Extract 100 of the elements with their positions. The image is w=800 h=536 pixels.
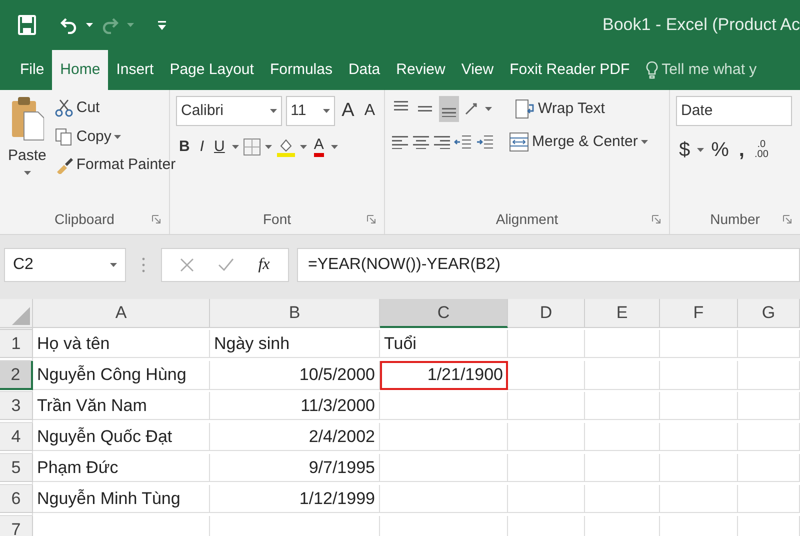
merge-center-button[interactable]: Merge & Center (506, 130, 651, 154)
clipboard-icon (10, 96, 44, 142)
table-cell: Trần Văn Nam (33, 392, 210, 420)
row-header[interactable]: 2 (0, 361, 33, 390)
empty-cell (738, 423, 800, 452)
wrap-text-button[interactable]: Wrap Text (512, 96, 608, 122)
dialog-launcher-icon[interactable] (367, 215, 376, 224)
column-header[interactable]: C (380, 299, 508, 328)
cut-button[interactable]: Cut (52, 96, 179, 120)
empty-cell (738, 454, 800, 482)
empty-cell (738, 485, 800, 514)
column-header[interactable]: D (508, 299, 585, 328)
caret-icon[interactable] (86, 23, 93, 27)
tell-me-search[interactable]: Tell me what y (662, 58, 757, 82)
insert-function-button[interactable]: fx (258, 253, 270, 277)
caret-icon[interactable] (232, 144, 239, 149)
table-cell: 11/3/2000 (210, 392, 380, 420)
caret-icon[interactable] (264, 144, 272, 149)
copy-button[interactable]: Copy (52, 124, 179, 149)
fill-color-icon[interactable] (276, 136, 296, 157)
format-painter-button[interactable]: Format Painter (52, 153, 179, 178)
align-left-icon[interactable] (391, 136, 408, 149)
comma-style-button[interactable]: , (736, 134, 748, 166)
column-header[interactable]: G (738, 299, 800, 328)
align-center-icon[interactable] (412, 136, 429, 149)
italic-button[interactable]: I (196, 134, 208, 159)
drag-handle-icon[interactable] (142, 257, 145, 273)
dialog-launcher-icon[interactable] (652, 215, 661, 224)
ribbon-tab[interactable]: Insert (108, 50, 162, 90)
font-color-button[interactable]: A (310, 136, 327, 158)
caret-icon[interactable] (24, 170, 31, 174)
group-label: Clipboard (54, 210, 114, 229)
table-cell: Nguyễn Công Hùng (33, 361, 210, 390)
decrease-indent-icon[interactable] (454, 133, 472, 152)
redo-icon (101, 16, 119, 34)
ribbon-tab[interactable]: Home (52, 50, 108, 90)
checkmark-icon[interactable] (218, 258, 234, 272)
group-label: Alignment (496, 210, 558, 229)
table-cell: Nguyễn Quốc Đạt (33, 423, 210, 452)
wrap-text-icon (515, 99, 535, 119)
caret-icon[interactable] (330, 144, 338, 149)
align-lines-icon (442, 108, 456, 117)
caret-icon[interactable] (485, 107, 492, 111)
ribbon-tab[interactable]: File (12, 50, 52, 90)
row-header[interactable]: 6 (0, 485, 33, 514)
caret-icon[interactable] (697, 148, 704, 152)
scissors-icon (55, 99, 74, 118)
dialog-launcher-icon[interactable] (152, 215, 161, 224)
customize-icon[interactable] (158, 20, 166, 30)
increase-indent-icon[interactable] (476, 133, 494, 152)
name-box[interactable]: C2 (4, 248, 126, 282)
font-name-field[interactable]: Calibri (176, 96, 282, 126)
ribbon-tab[interactable]: Foxit Reader PDF (502, 50, 638, 90)
row-header[interactable]: 3 (0, 392, 33, 420)
empty-cell (738, 361, 800, 390)
dialog-launcher-icon[interactable] (783, 215, 792, 224)
row-header[interactable]: 7 (0, 516, 33, 536)
borders-icon[interactable] (242, 138, 261, 156)
paste-button[interactable]: Paste (6, 96, 48, 209)
caret-icon[interactable] (114, 134, 122, 139)
table-cell: Phạm Đức (33, 454, 210, 482)
ribbon-tab[interactable]: Formulas (262, 50, 340, 90)
undo-icon[interactable] (60, 16, 78, 34)
bottom-align-button[interactable] (439, 96, 459, 122)
caret-icon[interactable] (270, 109, 277, 114)
ribbon-tab[interactable]: Page Layout (162, 50, 262, 90)
percent-button[interactable]: % (708, 134, 732, 166)
bold-button[interactable]: B (176, 134, 193, 159)
lightbulb-icon[interactable] (646, 61, 658, 79)
formula-field[interactable]: =YEAR(NOW())-YEAR(B2) (297, 248, 800, 282)
row-header[interactable]: 4 (0, 423, 33, 452)
number-format-field[interactable]: Date (676, 96, 792, 126)
shrink-font-button[interactable]: A (361, 98, 378, 124)
align-lines-icon (418, 106, 432, 112)
underline-button[interactable]: U (211, 134, 228, 159)
caret-icon[interactable] (300, 144, 307, 149)
column-header[interactable]: E (585, 299, 660, 328)
empty-cell (738, 392, 800, 420)
table-cell: 1/21/1900 (380, 361, 508, 390)
row-header[interactable]: 5 (0, 454, 33, 482)
row-header[interactable]: 1 (0, 330, 33, 358)
column-header[interactable]: B (210, 299, 380, 328)
table-cell: 2/4/2002 (210, 423, 380, 452)
font-size-field[interactable]: 11 (286, 96, 335, 126)
table-cell: Ngày sinh (210, 330, 380, 358)
increase-decimal-button[interactable]: .0 .00 (751, 139, 772, 161)
ribbon-tab[interactable]: Review (388, 50, 454, 90)
merge-cells-icon (509, 132, 529, 152)
ribbon-tab[interactable]: Data (340, 50, 388, 90)
currency-button[interactable]: $ (676, 134, 694, 166)
caret-icon[interactable] (322, 109, 330, 114)
caret-icon[interactable] (640, 140, 648, 144)
save-icon[interactable] (18, 15, 36, 35)
caret-icon[interactable] (110, 263, 117, 267)
align-right-icon[interactable] (433, 136, 450, 149)
ribbon-tab[interactable]: View (453, 50, 502, 90)
grow-font-button[interactable]: A (338, 96, 358, 126)
column-header[interactable]: A (33, 299, 210, 328)
column-header[interactable]: F (660, 299, 738, 328)
group-label: Number (710, 210, 760, 229)
